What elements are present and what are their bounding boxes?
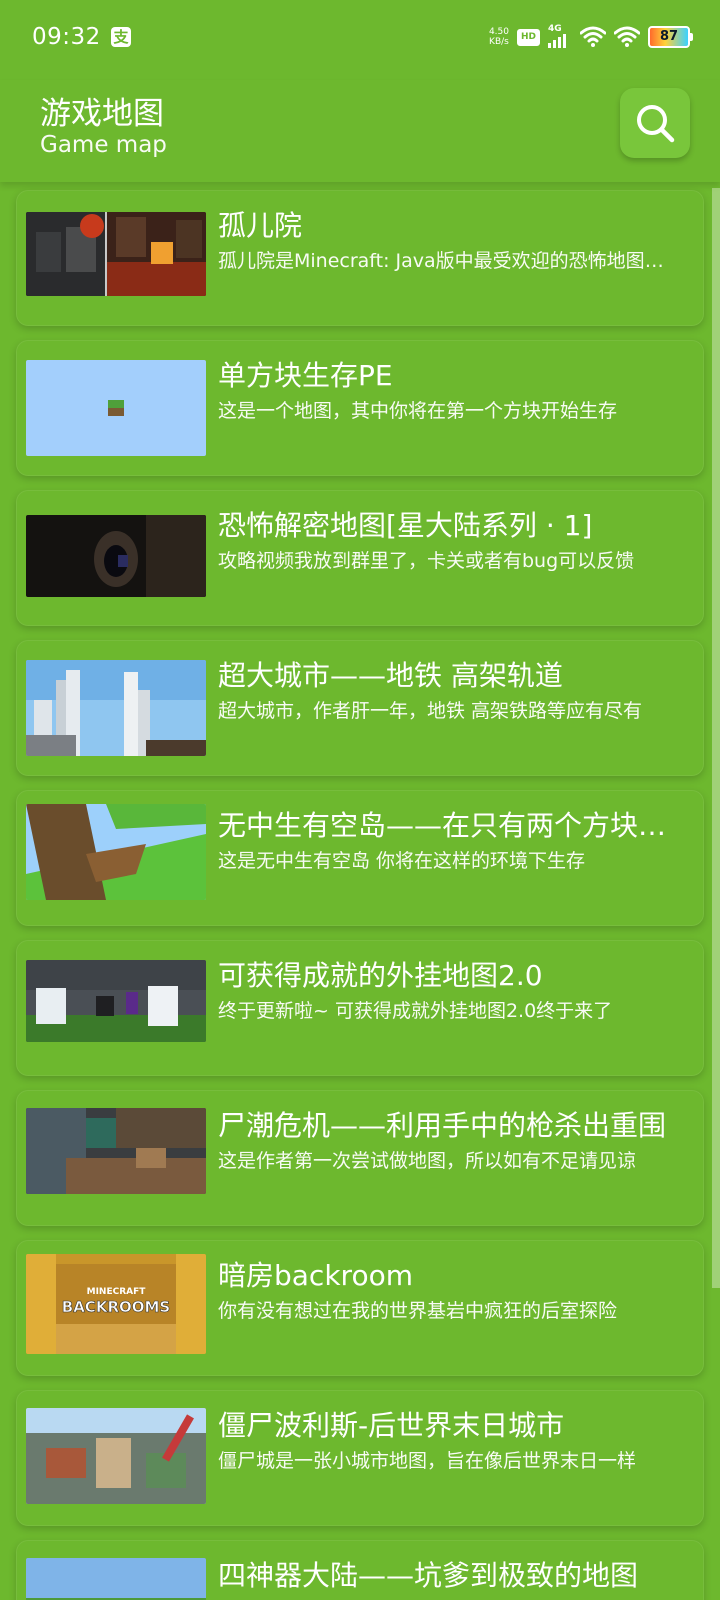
search-button[interactable] (620, 88, 690, 158)
map-card[interactable]: 可获得成就的外挂地图2.0 终于更新啦~ 可获得成就外挂地图2.0终于来了 (16, 940, 704, 1076)
map-thumbnail (26, 212, 206, 296)
map-thumbnail (26, 804, 206, 900)
map-title: 僵尸波利斯-后世界末日城市 (218, 1409, 565, 1442)
map-title: 暗房backroom (218, 1259, 413, 1292)
map-title: 四神器大陆——坑爹到极致的地图 (218, 1559, 639, 1592)
map-thumbnail (26, 360, 206, 456)
scrollbar[interactable] (712, 188, 720, 1288)
net-speed: 4.50 KB/s (489, 27, 509, 47)
map-title: 恐怖解密地图[星大陆系列 · 1] (218, 509, 593, 542)
map-title: 无中生有空岛——在只有两个方块的世界 (218, 809, 678, 842)
net-speed-value: 4.50 (488, 27, 509, 37)
map-card[interactable]: 单方块生存PE 这是一个地图，其中你将在第一个方块开始生存 (16, 340, 704, 476)
map-thumbnail (26, 660, 206, 756)
map-description: 终于更新啦~ 可获得成就外挂地图2.0终于来了 (218, 1000, 613, 1022)
wifi-icon-secondary (614, 26, 640, 47)
map-thumbnail (26, 960, 206, 1042)
network-type: 4G (548, 24, 562, 34)
battery-icon: 87 (648, 26, 693, 48)
map-description: 这是无中生有空岛 你将在这样的环境下生存 (218, 850, 586, 872)
map-card[interactable]: 无中生有空岛——在只有两个方块的世界 这是无中生有空岛 你将在这样的环境下生存 (16, 790, 704, 926)
hd-icon: HD (516, 28, 540, 46)
map-card[interactable]: 僵尸波利斯-后世界末日城市 僵尸城是一张小城市地图，旨在像后世界末日一样 (16, 1390, 704, 1526)
map-description: 攻略视频我放到群里了，卡关或者有bug可以反馈 (218, 550, 635, 572)
map-card[interactable]: 恐怖解密地图[星大陆系列 · 1] 攻略视频我放到群里了，卡关或者有bug可以反… (16, 490, 704, 626)
status-time: 09:32 (32, 24, 101, 50)
map-list[interactable]: 孤儿院 孤儿院是Minecraft: Java版中最受欢迎的恐怖地图之一 单方块… (0, 182, 720, 1600)
app-header: 游戏地图 Game map (0, 80, 720, 182)
map-title: 超大城市——地铁 高架轨道 (218, 659, 563, 692)
map-card[interactable]: 尸潮危机——利用手中的枪杀出重围 这是作者第一次尝试做地图，所以如有不足请见谅 (16, 1090, 704, 1226)
status-icons: 4.50 KB/s HD 4G 87 (489, 22, 693, 52)
map-title: 尸潮危机——利用手中的枪杀出重围 (218, 1109, 667, 1142)
alipay-icon: 支 (111, 27, 131, 47)
map-thumbnail (26, 1108, 206, 1194)
map-thumbnail (26, 1408, 206, 1504)
map-thumbnail (26, 1558, 206, 1600)
net-speed-unit: KB/s (489, 37, 509, 47)
thumb-logo-bottom: BACKROOMS (62, 1298, 170, 1316)
map-description: 超大城市，作者肝一年，地铁 高架铁路等应有尽有 (218, 700, 643, 722)
map-card[interactable]: 超大城市——地铁 高架轨道 超大城市，作者肝一年，地铁 高架铁路等应有尽有 (16, 640, 704, 776)
map-card[interactable]: 四神器大陆——坑爹到极致的地图 (16, 1540, 704, 1600)
map-card[interactable]: 孤儿院 孤儿院是Minecraft: Java版中最受欢迎的恐怖地图之一 (16, 190, 704, 326)
map-title: 孤儿院 (218, 209, 303, 242)
map-description: 这是一个地图，其中你将在第一个方块开始生存 (218, 400, 618, 422)
search-icon (637, 105, 675, 143)
map-description: 僵尸城是一张小城市地图，旨在像后世界末日一样 (218, 1450, 637, 1472)
map-title: 可获得成就的外挂地图2.0 (218, 959, 543, 992)
wifi-icon (580, 26, 606, 47)
status-bar: 09:32 支 4.50 KB/s HD 4G 87 (0, 0, 720, 80)
map-card[interactable]: MINECRAFT BACKROOMS 暗房backroom 你有没有想过在我的… (16, 1240, 704, 1376)
page-subtitle: Game map (40, 132, 167, 158)
map-description: 这是作者第一次尝试做地图，所以如有不足请见谅 (218, 1150, 637, 1172)
cell-signal-icon: 4G (548, 24, 572, 48)
page-title: 游戏地图 (40, 96, 164, 132)
thumb-logo-top: MINECRAFT (87, 1287, 147, 1297)
map-thumbnail (26, 515, 206, 597)
map-thumbnail: MINECRAFT BACKROOMS (26, 1254, 206, 1354)
map-title: 单方块生存PE (218, 359, 393, 392)
map-description: 孤儿院是Minecraft: Java版中最受欢迎的恐怖地图之一 (218, 250, 678, 272)
map-description: 你有没有想过在我的世界基岩中疯狂的后室探险 (218, 1300, 618, 1322)
